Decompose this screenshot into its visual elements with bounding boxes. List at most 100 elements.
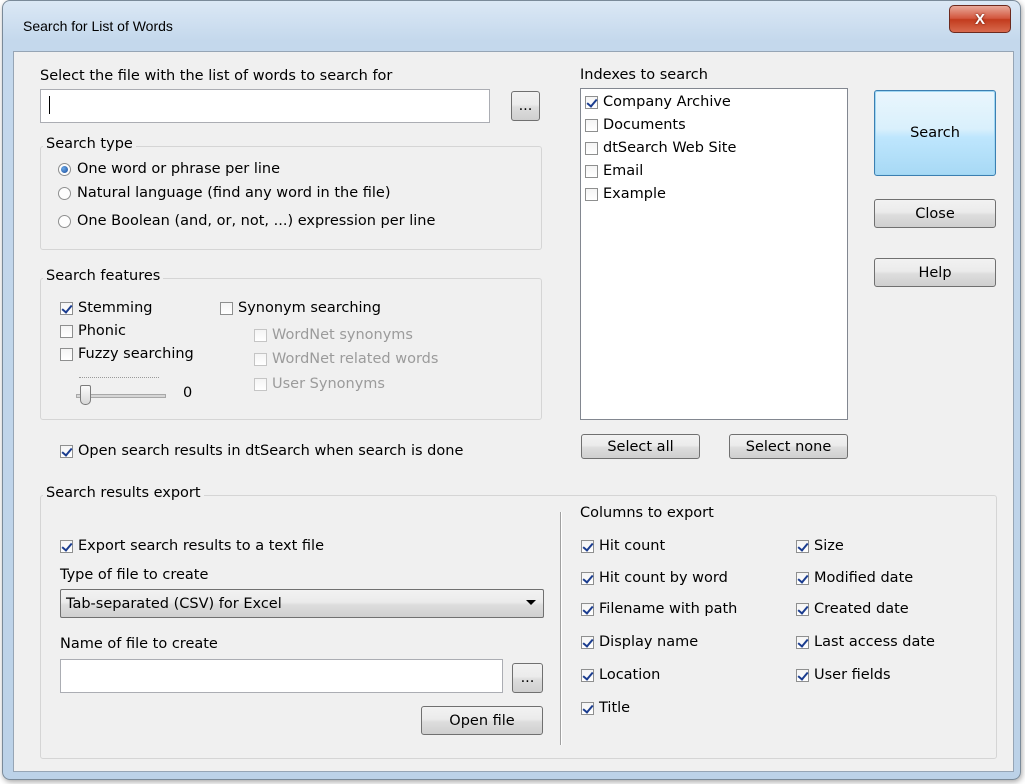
chevron-down-icon xyxy=(526,600,536,605)
checkbox-icon xyxy=(585,141,598,155)
column-display-name[interactable]: Display name xyxy=(581,634,698,650)
checkbox-icon xyxy=(254,328,267,342)
fuzzy-value: 0 xyxy=(183,385,193,401)
column-last-access-date[interactable]: Last access date xyxy=(796,634,935,650)
indexes-listbox[interactable]: Company Archive Documents dtSearch Web S… xyxy=(580,88,848,420)
file-type-value: Tab-separated (CSV) for Excel xyxy=(66,595,282,612)
checkbox-icon xyxy=(254,377,267,391)
file-label: Select the file with the list of words t… xyxy=(40,68,393,84)
fuzzy-slider-ticks xyxy=(79,377,159,382)
ellipsis-icon: ... xyxy=(520,670,535,686)
checkbox-icon xyxy=(581,602,594,616)
index-item-company-archive[interactable]: Company Archive xyxy=(585,94,731,110)
open-results-checkbox[interactable]: Open search results in dtSearch when sea… xyxy=(60,443,463,459)
index-label: Documents xyxy=(603,117,686,133)
column-title[interactable]: Title xyxy=(581,700,630,716)
radio-icon xyxy=(58,186,71,200)
export-label: Search results export xyxy=(43,485,204,501)
column-filename-with-path[interactable]: Filename with path xyxy=(581,601,737,617)
checkbox-label: Filename with path xyxy=(599,601,738,617)
column-hit-count-by-word[interactable]: Hit count by word xyxy=(581,570,728,586)
export-file-name-input[interactable] xyxy=(60,659,503,693)
checkbox-icon xyxy=(581,571,594,585)
checkbox-icon xyxy=(796,571,809,585)
column-location[interactable]: Location xyxy=(581,667,660,683)
checkbox-label: User fields xyxy=(814,667,891,683)
checkbox-icon xyxy=(796,539,809,553)
radio-label: Natural language (find any word in the f… xyxy=(77,185,391,201)
checkbox-icon xyxy=(60,539,73,553)
word-list-file-input[interactable] xyxy=(40,89,490,123)
wordnet-synonyms-checkbox[interactable]: WordNet synonyms xyxy=(254,327,413,343)
file-type-select[interactable]: Tab-separated (CSV) for Excel xyxy=(60,589,544,618)
checkbox-label: Open search results in dtSearch when sea… xyxy=(78,443,464,459)
column-size[interactable]: Size xyxy=(796,538,844,554)
radio-label: One word or phrase per line xyxy=(77,161,281,177)
search-button[interactable]: Search xyxy=(874,90,996,176)
columns-label: Columns to export xyxy=(580,505,714,521)
checkbox-icon xyxy=(220,301,233,315)
index-item-example[interactable]: Example xyxy=(585,186,666,202)
synonym-searching-checkbox[interactable]: Synonym searching xyxy=(220,300,381,316)
checkbox-label: WordNet synonyms xyxy=(272,327,413,343)
fuzzy-slider-thumb[interactable] xyxy=(80,385,91,405)
checkbox-label: Modified date xyxy=(814,570,914,586)
index-label: Email xyxy=(603,163,644,179)
checkbox-label: Phonic xyxy=(78,323,126,339)
fuzzy-searching-checkbox[interactable]: Fuzzy searching xyxy=(60,346,194,362)
ellipsis-icon: ... xyxy=(518,98,533,114)
file-type-label: Type of file to create xyxy=(60,567,209,583)
browse-word-list-button[interactable]: ... xyxy=(511,91,540,121)
index-item-dtsearch-web-site[interactable]: dtSearch Web Site xyxy=(585,140,736,156)
checkbox-label: Location xyxy=(599,667,661,683)
checkbox-icon xyxy=(581,539,594,553)
file-name-label: Name of file to create xyxy=(60,636,218,652)
checkbox-icon xyxy=(796,635,809,649)
user-synonyms-checkbox[interactable]: User Synonyms xyxy=(254,376,385,392)
index-item-documents[interactable]: Documents xyxy=(585,117,686,133)
checkbox-icon xyxy=(585,187,598,201)
index-label: Example xyxy=(603,186,666,202)
checkbox-icon xyxy=(60,444,73,458)
select-all-button[interactable]: Select all xyxy=(581,434,700,459)
checkbox-icon xyxy=(581,668,594,682)
wordnet-related-checkbox[interactable]: WordNet related words xyxy=(254,351,438,367)
radio-one-word-per-line[interactable]: One word or phrase per line xyxy=(58,161,280,177)
window-close-button[interactable]: X xyxy=(949,5,1011,33)
column-created-date[interactable]: Created date xyxy=(796,601,909,617)
phonic-checkbox[interactable]: Phonic xyxy=(60,323,126,339)
checkbox-label: Size xyxy=(814,538,844,554)
close-icon: X xyxy=(974,10,985,28)
browse-export-file-button[interactable]: ... xyxy=(512,663,543,693)
checkbox-label: Display name xyxy=(599,634,699,650)
checkbox-label: Hit count xyxy=(599,538,666,554)
close-button[interactable]: Close xyxy=(874,199,996,228)
stemming-checkbox[interactable]: Stemming xyxy=(60,300,152,316)
dialog-client-area: Select the file with the list of words t… xyxy=(13,51,1014,772)
checkbox-label: Created date xyxy=(814,601,909,617)
checkbox-icon xyxy=(796,602,809,616)
radio-icon xyxy=(58,214,71,228)
text-caret xyxy=(49,96,50,114)
checkbox-label: Hit count by word xyxy=(599,570,728,586)
radio-label: One Boolean (and, or, not, ...) expressi… xyxy=(77,213,436,229)
column-hit-count[interactable]: Hit count xyxy=(581,538,665,554)
checkbox-icon xyxy=(585,118,598,132)
column-user-fields[interactable]: User fields xyxy=(796,667,891,683)
select-none-button[interactable]: Select none xyxy=(729,434,848,459)
help-button[interactable]: Help xyxy=(874,258,996,287)
index-label: Company Archive xyxy=(603,94,731,110)
column-modified-date[interactable]: Modified date xyxy=(796,570,913,586)
export-to-text-file-checkbox[interactable]: Export search results to a text file xyxy=(60,538,324,554)
checkbox-label: WordNet related words xyxy=(272,351,439,367)
open-file-button[interactable]: Open file xyxy=(421,706,543,735)
radio-natural-language[interactable]: Natural language (find any word in the f… xyxy=(58,185,391,201)
checkbox-icon xyxy=(60,301,73,315)
dialog-window: Search for List of Words X Select the fi… xyxy=(2,0,1021,780)
checkbox-icon xyxy=(585,95,598,109)
index-item-email[interactable]: Email xyxy=(585,163,643,179)
checkbox-label: Synonym searching xyxy=(238,300,381,316)
radio-icon xyxy=(58,162,71,176)
radio-boolean-expression[interactable]: One Boolean (and, or, not, ...) expressi… xyxy=(58,213,435,229)
checkbox-icon xyxy=(60,347,73,361)
